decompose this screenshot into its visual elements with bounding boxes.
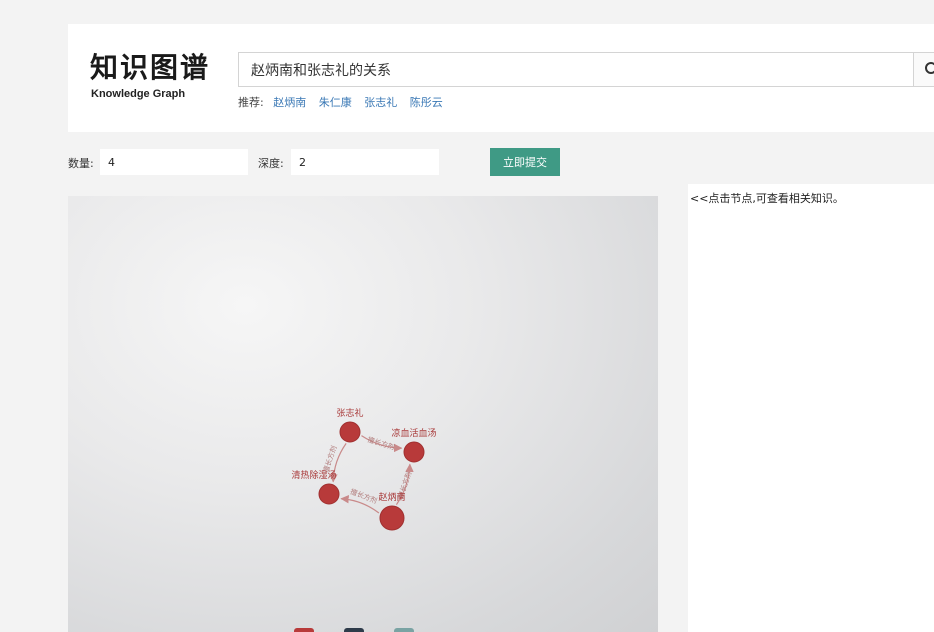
header-card: 知识图谱 Knowledge Graph 推荐: 赵炳南 朱仁康 张志礼 陈彤云	[68, 24, 934, 132]
graph-node-label: 张志礼	[336, 407, 363, 419]
count-input[interactable]	[100, 149, 248, 175]
recommend-link[interactable]: 张志礼	[364, 96, 397, 109]
recommend-link[interactable]: 朱仁康	[319, 96, 352, 109]
graph-node-label: 清热除湿汤	[291, 469, 336, 481]
search-icon	[925, 62, 934, 74]
depth-label: 深度:	[258, 157, 284, 170]
info-panel: <<点击节点,可查看相关知识。	[688, 184, 934, 632]
graph-canvas[interactable]: 擅长方剂擅长方剂擅长方剂擅长方剂 张志礼凉血活血汤清热除湿汤赵炳南	[68, 196, 658, 632]
search-box	[238, 52, 914, 87]
graph-node-label: 赵炳南	[378, 491, 405, 503]
recommend-link[interactable]: 赵炳南	[273, 96, 306, 109]
app-subtitle: Knowledge Graph	[91, 88, 186, 100]
search-button[interactable]	[914, 52, 934, 87]
graph-node[interactable]	[339, 421, 361, 443]
graph-node[interactable]	[318, 483, 340, 505]
recommend-row: 推荐: 赵炳南 朱仁康 张志礼 陈彤云	[238, 94, 452, 110]
graph-panel[interactable]: 擅长方剂 擅长方剂 擅长方剂 擅长方剂 张志礼 凉血活血汤 清热除湿汤 赵炳南	[68, 196, 658, 632]
recommend-link[interactable]: 陈彤云	[410, 96, 443, 109]
submit-button[interactable]: 立即提交	[490, 148, 560, 176]
graph-node[interactable]	[379, 505, 405, 531]
app-title: 知识图谱	[90, 51, 211, 84]
graph-node-label: 凉血活血汤	[391, 427, 436, 439]
depth-input[interactable]	[291, 149, 439, 175]
graph-edge-label: 擅长方剂	[321, 444, 339, 473]
recommend-label: 推荐:	[238, 96, 264, 109]
count-label: 数量:	[68, 157, 94, 170]
graph-edge-label: 擅长方剂	[349, 487, 378, 505]
info-hint: <<点击节点,可查看相关知识。	[690, 192, 844, 205]
graph-node[interactable]	[403, 441, 425, 463]
legend-swatch[interactable]	[344, 628, 364, 632]
search-input[interactable]	[239, 53, 913, 86]
legend-swatch[interactable]	[394, 628, 414, 632]
legend-swatch[interactable]	[294, 628, 314, 632]
